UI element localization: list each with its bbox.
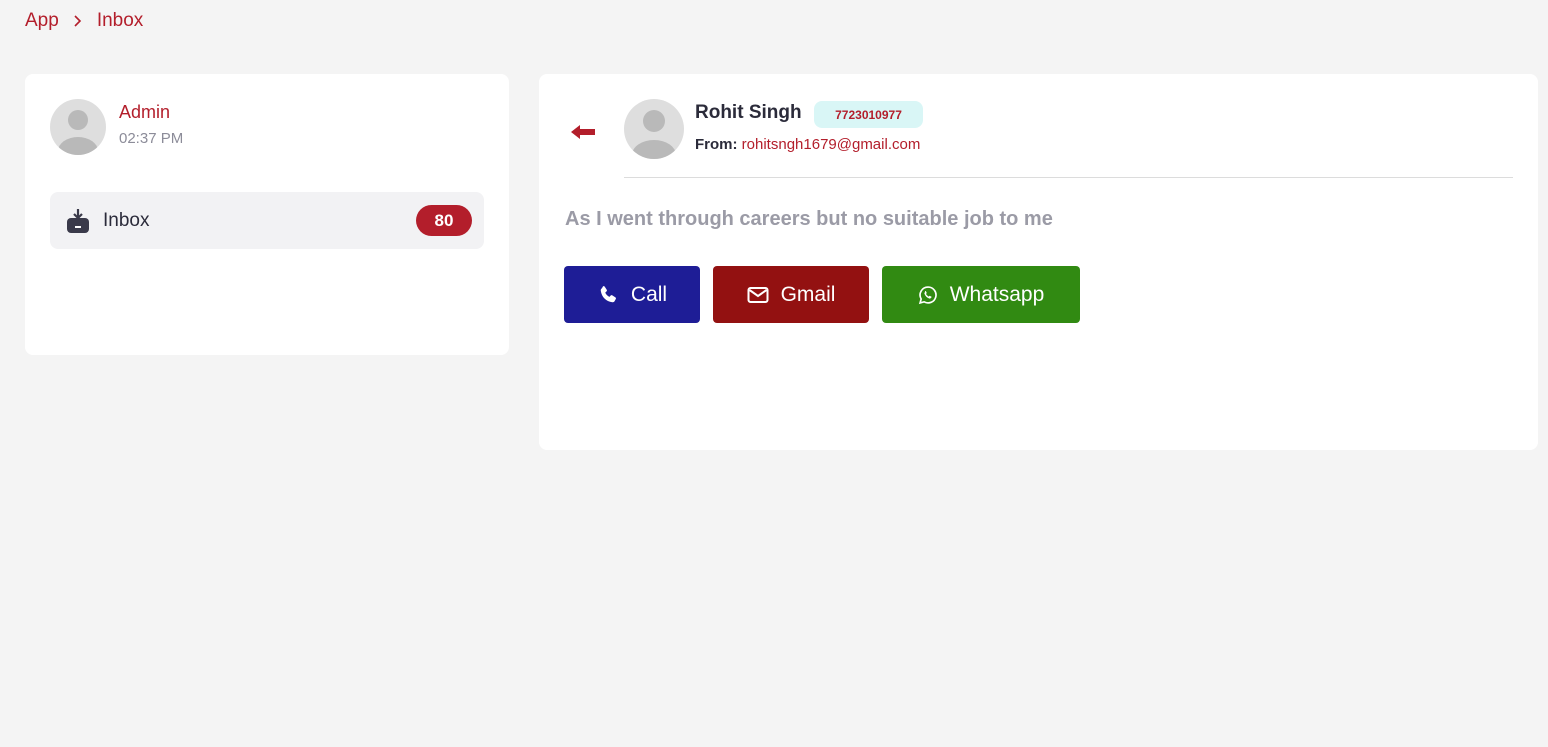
unread-count-badge: 80 [416,205,472,236]
call-button-label: Call [630,282,668,306]
whatsapp-button-label: Whatsapp [949,282,1045,306]
phone-icon [600,285,616,302]
breadcrumb-app-link[interactable]: App [25,10,59,32]
from-line: From: rohitsngh1679@gmail.com [695,136,920,153]
avatar-icon [50,99,106,155]
whatsapp-button[interactable]: Whatsapp [882,266,1080,323]
sidebar-item-label: Inbox [103,209,150,231]
message-body: As I went through careers but no suitabl… [565,208,1053,230]
divider [624,177,1513,178]
breadcrumb: App Inbox [25,10,143,32]
sender-name: Rohit Singh [695,102,802,123]
whatsapp-icon [918,285,937,304]
message-panel: Rohit Singh 7723010977 From: rohitsngh16… [539,74,1538,450]
back-arrow-icon[interactable] [569,122,597,142]
from-email[interactable]: rohitsngh1679@gmail.com [742,136,921,153]
user-time: 02:37 PM [119,130,184,147]
user-name[interactable]: Admin [119,102,170,123]
call-button[interactable]: Call [564,266,700,323]
chevron-right-icon [71,14,85,28]
sidebar-item-inbox[interactable]: Inbox 80 [50,192,484,249]
inbox-tray-icon [66,208,90,234]
gmail-button-label: Gmail [780,282,836,306]
sender-avatar-icon [624,99,684,159]
from-label: From: [695,136,738,153]
envelope-icon [747,286,769,303]
gmail-button[interactable]: Gmail [713,266,869,323]
phone-badge: 7723010977 [814,101,923,128]
mail-sidebar: Admin 02:37 PM Inbox 80 [25,74,509,355]
breadcrumb-inbox-link[interactable]: Inbox [97,10,143,32]
